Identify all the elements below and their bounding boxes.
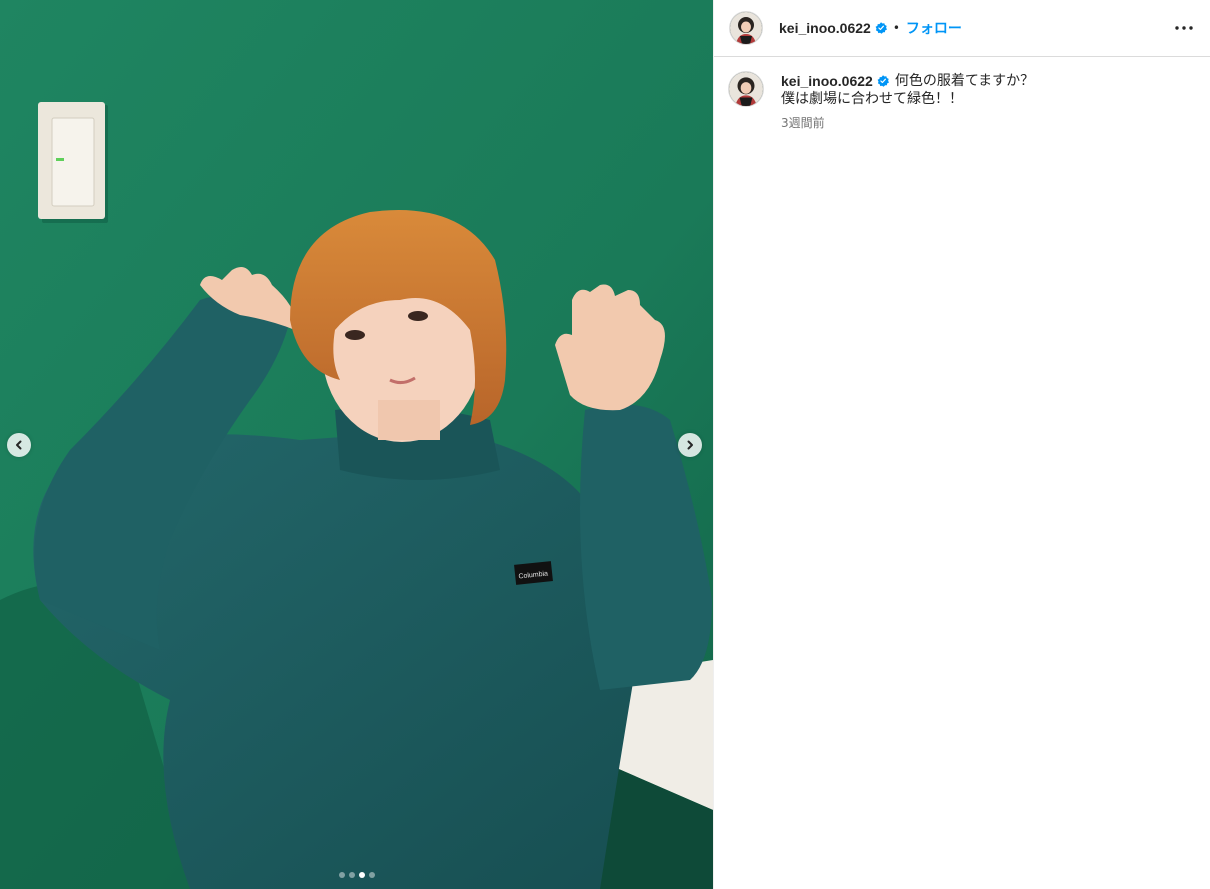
verified-badge-icon [877, 75, 889, 87]
more-horizontal-icon [1175, 26, 1193, 30]
carousel-dot [338, 872, 345, 878]
caption-text-line2: 僕は劇場に合わせて緑色！！ [781, 91, 963, 107]
avatar-image [729, 72, 763, 106]
caption-body: kei_inoo.0622 何色の服着てますか？ 僕は劇場に合わせて緑色！！ 3… [781, 72, 1034, 132]
caption-comment: kei_inoo.0622 何色の服着てますか？ 僕は劇場に合わせて緑色！！ 3… [714, 57, 1210, 132]
next-slide-button[interactable] [678, 433, 702, 457]
separator-dot: • [892, 21, 900, 35]
carousel-dot-active [358, 872, 365, 878]
brand-label: Columbia [514, 561, 553, 585]
verified-badge-icon [875, 22, 887, 34]
post-photo: Columbia [0, 0, 713, 889]
avatar-image [730, 12, 762, 44]
caption-text: 何色の服着てますか？ [894, 73, 1035, 89]
light-switch [38, 102, 108, 223]
chevron-left-icon [16, 440, 22, 450]
carousel-indicator [0, 872, 713, 878]
carousel-dot [368, 872, 375, 878]
instagram-post-view: Columbia kei_inoo.0622 • フォロー kei_inoo.0… [0, 0, 1210, 889]
avatar[interactable] [730, 12, 762, 44]
carousel-dot [348, 872, 355, 878]
previous-slide-button[interactable] [7, 433, 31, 457]
post-media[interactable]: Columbia [0, 0, 713, 889]
avatar[interactable] [729, 72, 763, 106]
post-sidebar: kei_inoo.0622 • フォロー kei_inoo.0622 何色の服着… [713, 0, 1210, 889]
chevron-right-icon [687, 440, 693, 450]
more-options-button[interactable] [1174, 18, 1194, 38]
follow-button[interactable]: フォロー [906, 18, 962, 38]
caption-username-link[interactable]: kei_inoo.0622 [781, 72, 873, 90]
post-header: kei_inoo.0622 • フォロー [714, 0, 1210, 57]
username-link[interactable]: kei_inoo.0622 [779, 20, 871, 36]
post-timestamp[interactable]: 3週間前 [781, 114, 1034, 132]
